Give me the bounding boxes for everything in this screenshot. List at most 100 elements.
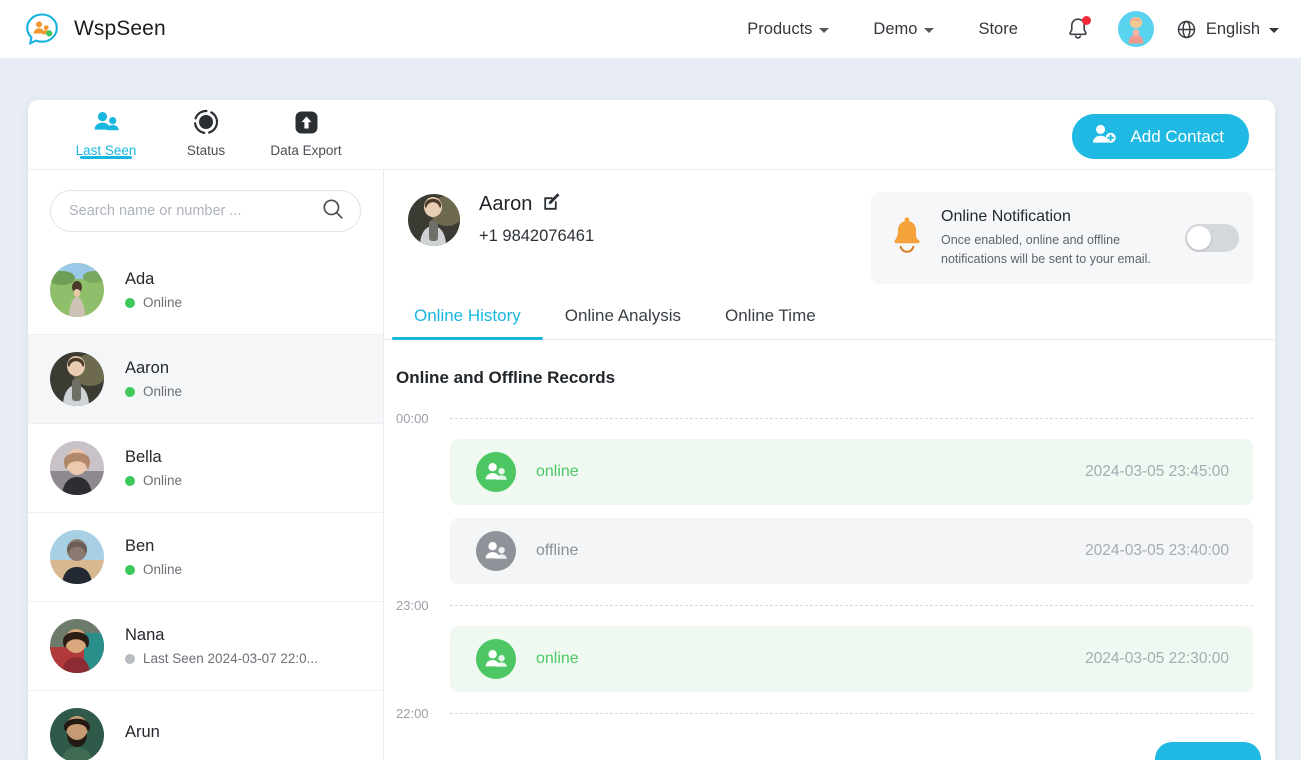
detail-header: Aaron +1 9842076461 Online Notification … bbox=[384, 170, 1275, 284]
record-timestamp: 2024-03-05 23:40:00 bbox=[1085, 542, 1229, 559]
user-avatar[interactable] bbox=[1117, 11, 1154, 47]
active-tab-indicator bbox=[392, 337, 543, 340]
nav-item-store[interactable]: Store bbox=[956, 20, 1039, 39]
online-offline-timeline: 00:00 online 2024-03-05 23:45:00 offline… bbox=[384, 388, 1275, 721]
add-contact-label: Add Contact bbox=[1130, 126, 1224, 146]
detail-pane: Aaron +1 9842076461 Online Notification … bbox=[384, 170, 1275, 760]
nav-right-group: Products Demo Store English bbox=[725, 11, 1279, 47]
contact-list[interactable]: Ada Online Aaron Online Bella Online Ben… bbox=[28, 246, 383, 760]
detail-name-row: Aaron bbox=[479, 192, 594, 216]
search-box[interactable] bbox=[50, 190, 361, 232]
tab-online-time[interactable]: Online Time bbox=[703, 306, 838, 339]
avatar bbox=[50, 441, 104, 495]
avatar bbox=[50, 530, 104, 584]
notification-bell-button[interactable] bbox=[1066, 16, 1091, 42]
status-dot-online-icon bbox=[125, 386, 135, 397]
record-state-label: offline bbox=[536, 542, 579, 559]
edit-pencil-icon[interactable] bbox=[543, 192, 562, 216]
contact-avatar bbox=[408, 194, 460, 246]
online-person-icon bbox=[476, 452, 516, 492]
timeline-hour-marker: 22:00 bbox=[396, 705, 1253, 721]
tool-tab-status[interactable]: Status bbox=[156, 100, 256, 158]
timeline-spacer bbox=[396, 584, 1253, 597]
chevron-down-icon bbox=[819, 28, 830, 33]
card-body: Ada Online bbox=[28, 170, 1275, 760]
timeline-dashed-line bbox=[450, 712, 1253, 714]
contact-name: Arun bbox=[125, 722, 160, 741]
contact-status: Online bbox=[125, 562, 182, 577]
detail-contact-name: Aaron bbox=[479, 192, 533, 215]
avatar bbox=[50, 263, 104, 317]
tool-tab-last-seen[interactable]: Last Seen bbox=[56, 100, 156, 159]
toggle-knob bbox=[1187, 226, 1211, 250]
timeline-dashed-line bbox=[450, 604, 1253, 606]
contact-info: Ben Online bbox=[125, 537, 182, 577]
timeline-spacer bbox=[396, 692, 1253, 705]
tool-tab-status-label: Status bbox=[186, 143, 226, 158]
contact-status-label: Online bbox=[143, 384, 183, 399]
tab-online-history-label: Online History bbox=[414, 306, 521, 325]
contact-list-item-aaron[interactable]: Aaron Online bbox=[28, 335, 383, 424]
timeline-hour-marker: 00:00 bbox=[396, 410, 1253, 426]
tab-online-analysis-label: Online Analysis bbox=[564, 306, 681, 325]
online-notification-card: Online Notification Once enabled, online… bbox=[871, 192, 1253, 284]
contact-list-item-ben[interactable]: Ben Online bbox=[28, 513, 383, 602]
search-icon[interactable] bbox=[322, 198, 344, 225]
contacts-pane: Ada Online bbox=[28, 170, 384, 760]
chevron-down-icon bbox=[924, 28, 935, 33]
nav-item-demo[interactable]: Demo bbox=[851, 20, 956, 39]
language-selector[interactable]: English bbox=[1176, 19, 1279, 40]
record-row[interactable]: online 2024-03-05 22:30:00 bbox=[450, 626, 1253, 692]
active-tab-indicator bbox=[80, 156, 132, 159]
contact-status: Online bbox=[125, 473, 182, 488]
top-navbar: WspSeen Products Demo Store English bbox=[0, 0, 1301, 58]
tool-tab-data-export[interactable]: Data Export bbox=[256, 100, 356, 158]
online-notification-text: Online Notification Once enabled, online… bbox=[941, 208, 1175, 267]
timeline-hour-label: 00:00 bbox=[396, 410, 429, 426]
avatar bbox=[50, 352, 104, 406]
contact-status: Online bbox=[125, 295, 182, 310]
record-row[interactable]: offline 2024-03-05 23:40:00 bbox=[450, 518, 1253, 584]
main-card: Last Seen Status Data Export Add Contact… bbox=[28, 100, 1275, 760]
online-person-icon bbox=[476, 639, 516, 679]
contact-status-label: Last Seen 2024-03-07 22:0... bbox=[143, 651, 318, 666]
language-label: English bbox=[1205, 19, 1260, 38]
record-circle-icon bbox=[193, 109, 219, 135]
upload-arrow-icon bbox=[294, 109, 319, 135]
brand-name: WspSeen bbox=[74, 17, 166, 40]
contact-status-label: Online bbox=[143, 562, 183, 577]
tab-online-analysis[interactable]: Online Analysis bbox=[543, 306, 703, 339]
status-dot-online-icon bbox=[125, 297, 135, 308]
detail-identity: Aaron +1 9842076461 bbox=[479, 192, 594, 246]
record-timestamp: 2024-03-05 23:45:00 bbox=[1085, 463, 1229, 480]
online-notification-title: Online Notification bbox=[941, 208, 1071, 226]
tab-online-history[interactable]: Online History bbox=[392, 306, 543, 340]
contact-list-item-bella[interactable]: Bella Online bbox=[28, 424, 383, 513]
contact-status-label: Online bbox=[143, 473, 183, 488]
search-container bbox=[28, 170, 383, 246]
avatar bbox=[50, 708, 104, 760]
add-contact-button[interactable]: Add Contact bbox=[1072, 114, 1249, 159]
brand[interactable]: WspSeen bbox=[24, 11, 166, 47]
contact-name: Nana bbox=[125, 626, 165, 644]
contact-info: Arun bbox=[125, 723, 160, 748]
floating-action-button[interactable] bbox=[1155, 742, 1261, 760]
detail-phone-number: +1 9842076461 bbox=[479, 227, 595, 245]
contact-name: Bella bbox=[125, 448, 162, 466]
timeline-dashed-line bbox=[450, 417, 1253, 419]
timeline-hour-label: 23:00 bbox=[396, 597, 429, 613]
offline-person-icon bbox=[476, 531, 516, 571]
globe-icon bbox=[1177, 20, 1196, 38]
detail-tabs: Online History Online Analysis Online Ti… bbox=[384, 284, 1275, 340]
contact-list-item-nana[interactable]: Nana Last Seen 2024-03-07 22:0... bbox=[28, 602, 383, 691]
record-row[interactable]: online 2024-03-05 23:45:00 bbox=[450, 439, 1253, 505]
online-notification-toggle[interactable] bbox=[1185, 224, 1239, 252]
search-input[interactable] bbox=[69, 203, 322, 219]
contact-list-item-arun[interactable]: Arun bbox=[28, 691, 383, 760]
contact-info: Ada Online bbox=[125, 270, 182, 310]
wspseen-chat-logo-icon bbox=[24, 11, 60, 47]
contact-name: Ada bbox=[125, 270, 155, 288]
nav-item-products[interactable]: Products bbox=[725, 20, 851, 39]
chevron-down-icon bbox=[1269, 28, 1279, 33]
contact-list-item-ada[interactable]: Ada Online bbox=[28, 246, 383, 335]
